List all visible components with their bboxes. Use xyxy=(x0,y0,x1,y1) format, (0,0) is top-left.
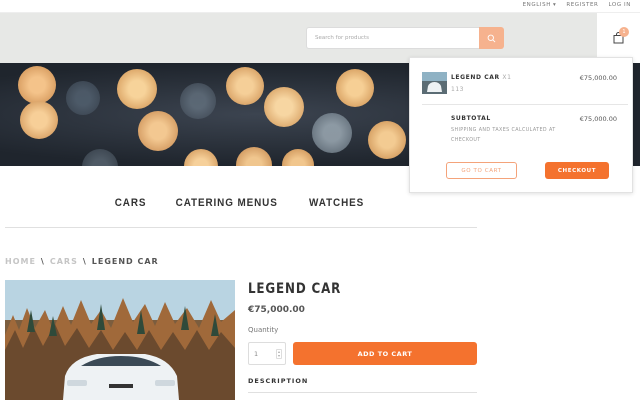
top-links: ENGLISH ▾ REGISTER LOG IN xyxy=(523,2,631,8)
bokeh-light xyxy=(117,69,157,109)
header: Search for products xyxy=(0,13,640,63)
bokeh-light xyxy=(236,147,272,166)
bokeh-light xyxy=(282,149,314,166)
bokeh-light xyxy=(184,149,218,166)
breadcrumb: HOME \ CARS \ LEGEND CAR xyxy=(5,257,159,266)
search-bar: Search for products xyxy=(306,27,504,49)
add-to-cart-button[interactable]: ADD TO CART xyxy=(293,342,477,365)
breadcrumb-current: LEGEND CAR xyxy=(91,257,159,266)
cart-item-name[interactable]: LEGEND CAR X1 xyxy=(451,74,512,81)
cart-item-thumbnail[interactable] xyxy=(422,72,447,94)
bokeh-light xyxy=(368,121,406,159)
spinner-arrows-icon[interactable]: ▴ ▾ xyxy=(276,349,282,359)
product-price: €75,000.00 xyxy=(248,305,305,315)
cart-item-price: €75,000.00 xyxy=(579,74,617,82)
subtotal-value: €75,000.00 xyxy=(579,115,617,123)
bokeh-light xyxy=(226,67,264,105)
register-link[interactable]: REGISTER xyxy=(566,2,598,8)
description-heading[interactable]: DESCRIPTION xyxy=(248,377,308,385)
description-divider xyxy=(248,392,477,393)
nav-item-watches[interactable]: WATCHES xyxy=(309,197,364,209)
shipping-note: SHIPPING AND TAXES CALCULATED AT CHECKOU… xyxy=(451,128,556,143)
product-image[interactable] xyxy=(5,280,235,400)
bokeh-light xyxy=(66,81,100,115)
nav-item-catering-menus[interactable]: CATERING MENUS xyxy=(176,197,278,209)
cart-item-qty: X1 xyxy=(502,74,512,81)
cart-divider xyxy=(422,104,628,105)
car-photo xyxy=(5,280,235,400)
subtotal-label: SUBTOTAL xyxy=(451,115,491,122)
quantity-label: Quantity xyxy=(248,326,279,334)
bokeh-light xyxy=(336,69,374,107)
breadcrumb-separator: \ xyxy=(82,257,87,266)
bokeh-light xyxy=(18,66,56,104)
language-selector[interactable]: ENGLISH ▾ xyxy=(523,2,557,8)
car-thumbnail-icon xyxy=(422,72,447,94)
nav-item-cars[interactable]: CARS xyxy=(115,197,147,209)
search-icon xyxy=(487,34,496,42)
quantity-stepper[interactable]: 1 ▴ ▾ xyxy=(248,342,286,365)
cart-item-title: LEGEND CAR xyxy=(451,74,500,81)
bokeh-light xyxy=(138,111,178,151)
login-link[interactable]: LOG IN xyxy=(608,2,631,8)
breadcrumb-category[interactable]: CARS xyxy=(50,257,78,266)
language-label: ENGLISH xyxy=(522,2,551,8)
product-title: LEGEND CAR xyxy=(248,281,342,297)
cart-item-code: 113 xyxy=(451,86,464,93)
search-input[interactable]: Search for products xyxy=(306,27,479,49)
checkout-button[interactable]: CHECKOUT xyxy=(545,162,609,179)
category-nav: CARS CATERING MENUS WATCHES xyxy=(0,197,480,209)
quantity-value: 1 xyxy=(254,350,259,358)
chevron-down-icon: ▾ xyxy=(552,2,557,8)
bokeh-light xyxy=(312,113,352,153)
search-button[interactable] xyxy=(479,27,504,49)
breadcrumb-home[interactable]: HOME xyxy=(5,257,36,266)
bokeh-light xyxy=(82,149,118,166)
cart-count-badge: 1 xyxy=(619,27,629,37)
cart-button[interactable] xyxy=(597,13,640,63)
bokeh-light xyxy=(20,101,58,139)
go-to-cart-button[interactable]: GO TO CART xyxy=(446,162,517,179)
breadcrumb-separator: \ xyxy=(40,257,45,266)
mini-cart-dropdown: LEGEND CAR X1 113 €75,000.00 SUBTOTAL €7… xyxy=(409,57,633,193)
nav-divider xyxy=(5,227,477,228)
bokeh-light xyxy=(180,83,216,119)
top-bar: ENGLISH ▾ REGISTER LOG IN xyxy=(0,0,640,13)
bokeh-light xyxy=(264,87,304,127)
